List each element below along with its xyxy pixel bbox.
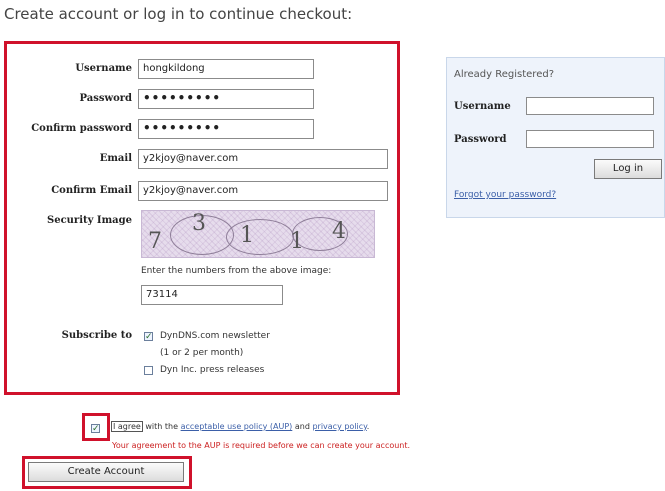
confirm-password-field[interactable]: ••••••••• [138,119,314,139]
captcha-digit: 4 [332,219,346,244]
captcha-digit: 1 [240,223,254,248]
login-username-field[interactable] [526,97,654,115]
confirm-email-field[interactable]: y2kjoy@naver.com [138,181,388,201]
email-label: Email [99,153,132,164]
username-field[interactable]: hongkildong [138,59,314,79]
subscribe-label: Subscribe to [61,330,132,341]
agreement-error-message: Your agreement to the AUP is required be… [112,441,411,450]
captcha-image: 7 3 1 1 4 [141,210,375,258]
login-button[interactable]: Log in [594,159,662,179]
agreement-with-text: with the [145,422,179,431]
password-label: Password [79,93,132,104]
newsletter-checkbox[interactable] [144,332,153,341]
newsletter-label: DynDNS.com newsletter [160,331,270,341]
security-image-label: Security Image [46,215,132,226]
login-title: Already Registered? [454,69,554,80]
captcha-digit: 7 [148,229,162,254]
forgot-password-link[interactable]: Forgot your password? [454,190,556,200]
newsletter-frequency-note: (1 or 2 per month) [160,348,244,358]
press-releases-label: Dyn Inc. press releases [160,365,265,375]
agreement-period: . [366,422,370,431]
press-releases-checkbox[interactable] [144,366,153,375]
agree-checkbox[interactable] [91,424,100,433]
login-password-field[interactable] [526,130,654,148]
create-account-button[interactable]: Create Account [28,462,184,482]
username-label: Username [75,63,132,74]
agree-word[interactable]: I agree [111,421,143,432]
login-password-label: Password [454,134,507,145]
confirm-email-label: Confirm Email [51,185,132,196]
password-field[interactable]: ••••••••• [138,89,314,109]
aup-link[interactable]: acceptable use policy (AUP) [181,422,293,431]
captcha-oval [226,219,294,255]
captcha-instruction: Enter the numbers from the above image: [141,266,332,276]
agreement-sentence: I agree with the acceptable use policy (… [111,421,370,432]
agreement-and-text: and [294,422,310,431]
privacy-policy-link[interactable]: privacy policy [312,422,366,431]
email-field[interactable]: y2kjoy@naver.com [138,149,388,169]
captcha-digit: 1 [290,229,304,254]
captcha-answer-field[interactable]: 73114 [141,285,283,305]
page-heading: Create account or log in to continue che… [4,5,353,23]
login-username-label: Username [454,101,511,112]
captcha-digit: 3 [192,211,206,236]
confirm-password-label: Confirm password [31,123,132,134]
